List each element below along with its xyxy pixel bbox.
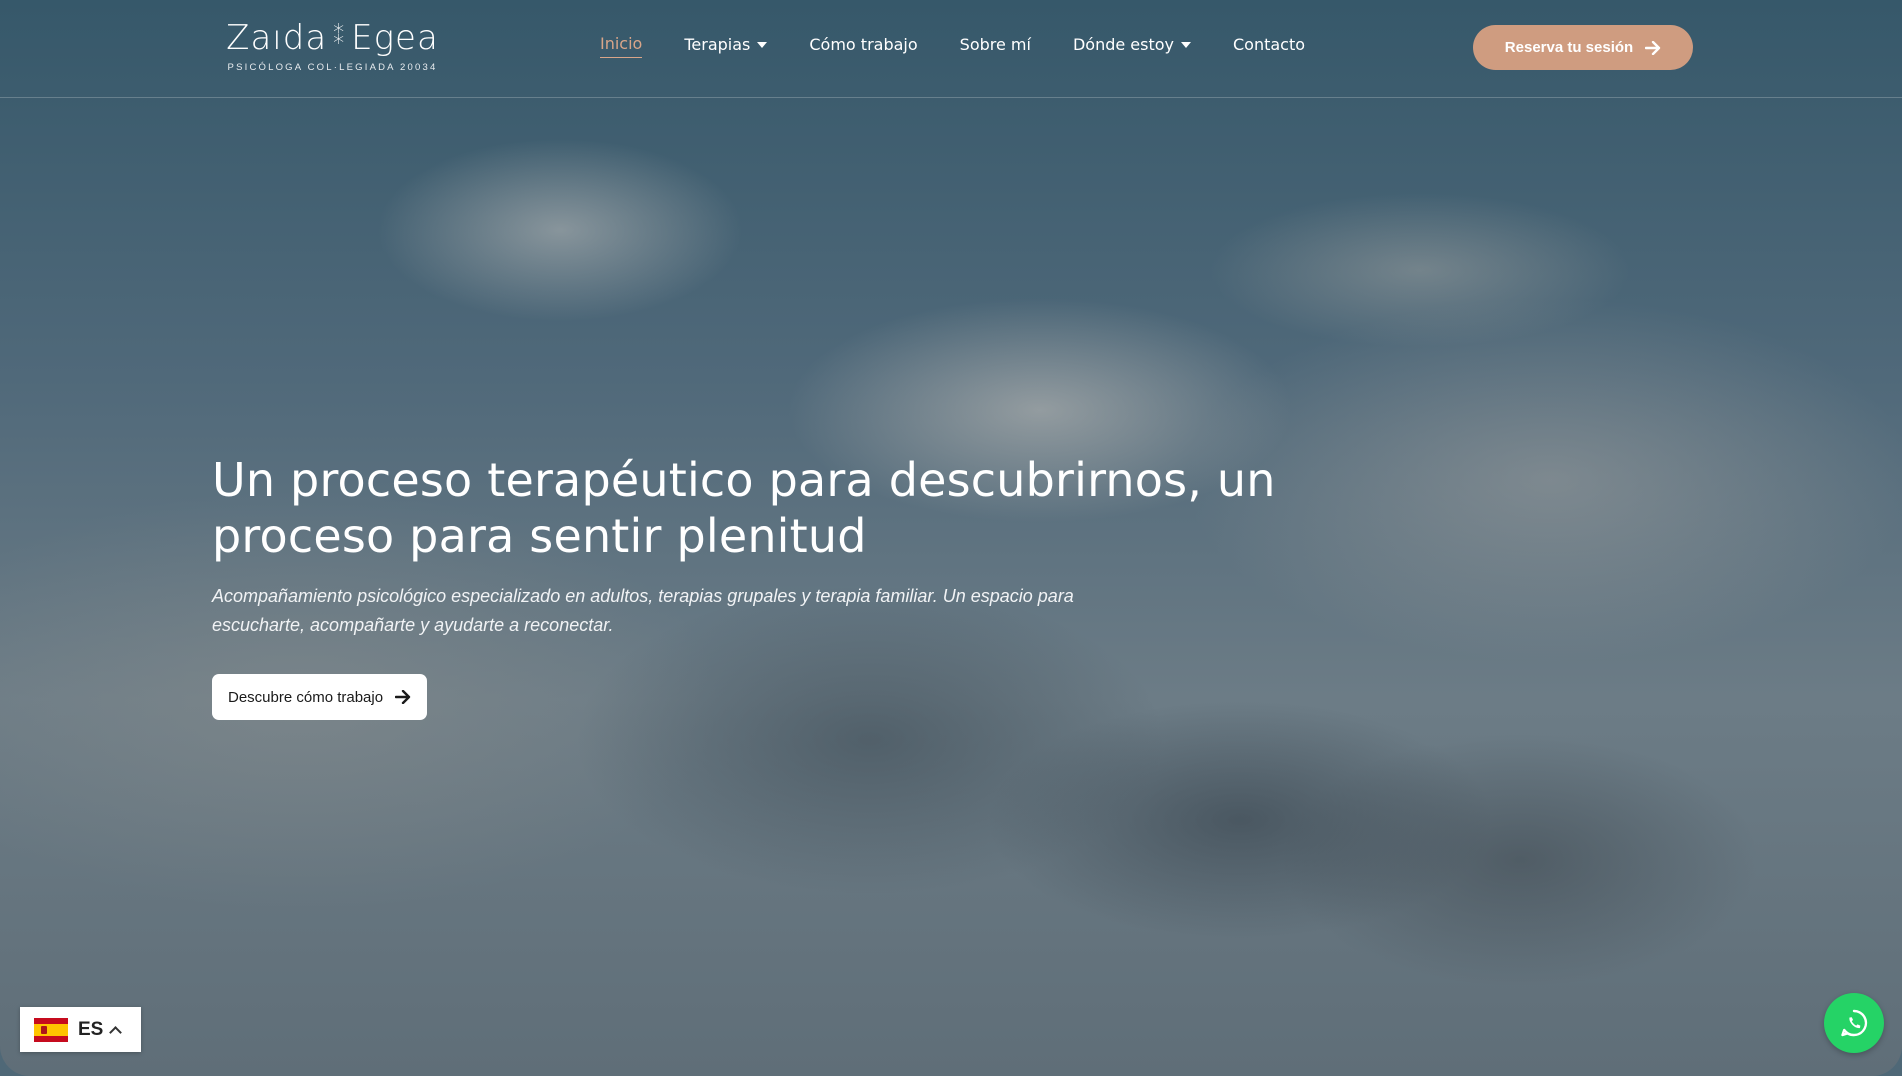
hero-subtitle: Acompañamiento psicológico especializado… xyxy=(212,582,1212,640)
language-selector[interactable]: ES xyxy=(20,1007,141,1052)
nav-item-inicio[interactable]: Inicio xyxy=(600,34,643,58)
hero-subtitle-line: Acompañamiento psicológico especializado… xyxy=(212,586,1074,606)
nav-item-sobre-mi[interactable]: Sobre mí xyxy=(960,35,1031,58)
hero-title-line: Un proceso terapéutico para descubrirnos… xyxy=(212,453,1276,507)
logo-name-right: Egea xyxy=(351,18,439,58)
spain-flag-icon xyxy=(34,1017,68,1042)
nav-item-terapias[interactable]: Terapias xyxy=(684,34,768,58)
nav-item-label: Sobre mí xyxy=(959,34,1031,54)
whatsapp-button[interactable] xyxy=(1824,993,1884,1053)
nav-item-label: Cómo trabajo xyxy=(809,34,918,54)
site-logo[interactable]: Zaıda ⁑ Egea PSICÓLOGA COL·LEGIADA 20034 xyxy=(225,18,440,76)
whatsapp-icon xyxy=(1841,1009,1868,1037)
chevron-up-icon xyxy=(109,1025,123,1039)
hero-subtitle-line: escucharte, acompañarte y ayudarte a rec… xyxy=(212,615,614,635)
nav-item-label: Contacto xyxy=(1233,34,1306,54)
nav-item-label: Dónde estoy xyxy=(1072,34,1174,54)
logo-separator-icon: ⁑ xyxy=(333,25,346,50)
hero-title: Un proceso terapéutico para descubrirnos… xyxy=(212,452,1312,564)
nav-item-donde-estoy[interactable]: Dónde estoy xyxy=(1073,35,1191,58)
book-session-button[interactable]: Reserva tu sesión xyxy=(1473,25,1693,70)
discover-how-i-work-button[interactable]: Descubre cómo trabajo xyxy=(212,674,428,720)
site-header: Zaıda ⁑ Egea PSICÓLOGA COL·LEGIADA 20034… xyxy=(0,0,1902,98)
arrow-right-icon xyxy=(1645,40,1661,55)
caret-down-icon xyxy=(757,42,768,48)
book-session-label: Reserva tu sesión xyxy=(1504,39,1634,56)
logo-name-left: Zaıda xyxy=(226,18,328,58)
hero-section: Un proceso terapéutico para descubrirnos… xyxy=(212,452,1312,720)
discover-button-label: Descubre cómo trabajo xyxy=(228,688,384,706)
language-code: ES xyxy=(78,1018,104,1040)
caret-down-icon xyxy=(1181,42,1191,48)
logo-subtitle: PSICÓLOGA COL·LEGIADA 20034 xyxy=(227,62,438,73)
hero-background: Zaıda ⁑ Egea PSICÓLOGA COL·LEGIADA 20034… xyxy=(0,0,1902,1076)
hero-title-line: proceso para sentir plenitud xyxy=(212,509,867,563)
main-nav: Inicio Terapias Cómo trabajo Sobre mí Dó… xyxy=(600,34,1347,58)
nav-item-label: Terapias xyxy=(684,34,751,54)
logo-wordmark: Zaıda ⁑ Egea xyxy=(225,18,440,58)
nav-item-label: Inicio xyxy=(600,34,643,53)
arrow-right-icon xyxy=(395,690,411,704)
nav-item-como-trabajo[interactable]: Cómo trabajo xyxy=(809,35,917,58)
nav-item-contacto[interactable]: Contacto xyxy=(1233,35,1305,58)
